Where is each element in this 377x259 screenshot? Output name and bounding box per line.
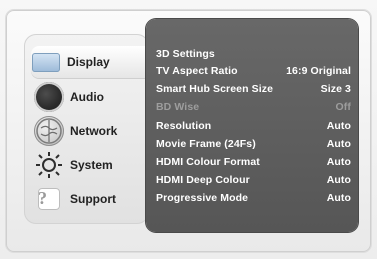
menu-row-resolution[interactable]: Resolution Auto [156,117,351,134]
menu-label: TV Aspect Ratio [156,64,238,77]
menu-value: Auto [326,191,351,204]
sidebar-item-label: System [70,158,113,172]
menu-label: Movie Frame (24Fs) [156,137,256,150]
sidebar-item-label: Display [67,55,110,69]
menu-row-bd-wise: BD Wise Off [156,98,351,115]
menu-value: Auto [326,173,351,186]
sidebar-item-label: Audio [70,90,104,104]
menu-value: Auto [326,155,351,168]
menu-label: 3D Settings [156,47,215,60]
menu-label: Progressive Mode [156,191,249,204]
sidebar-item-label: Support [70,192,116,206]
menu-label: Resolution [156,119,212,132]
network-icon [34,116,64,146]
menu-label: Smart Hub Screen Size [156,82,274,95]
audio-icon [34,82,64,112]
sidebar-item-support[interactable]: ? Support [34,183,149,215]
sidebar-item-system[interactable]: System [34,149,149,181]
menu-row-progressive-mode[interactable]: Progressive Mode Auto [156,189,351,206]
menu-row-tv-aspect-ratio[interactable]: TV Aspect Ratio 16:9 Original [156,62,351,79]
screen: Display Audio Network System ? Support 3… [0,0,377,259]
sidebar-item-display[interactable]: Display [31,46,164,78]
menu-value: Auto [326,137,351,150]
menu-value: Off [335,100,351,113]
settings-panel: 3D Settings TV Aspect Ratio 16:9 Origina… [146,19,358,232]
sidebar: Display Audio Network System ? Support [24,34,164,224]
menu-label: HDMI Colour Format [156,155,260,168]
menu-row-hdmi-deep-colour[interactable]: HDMI Deep Colour Auto [156,171,351,188]
display-icon [31,47,61,77]
menu-row-smart-hub-screen-size[interactable]: Smart Hub Screen Size Size 3 [156,80,351,97]
menu-row-movie-frame[interactable]: Movie Frame (24Fs) Auto [156,135,351,152]
menu-row-3d-settings[interactable]: 3D Settings [156,45,351,62]
menu-value: 16:9 Original [286,64,351,77]
menu-value: Size 3 [320,82,351,95]
menu-row-hdmi-colour-format[interactable]: HDMI Colour Format Auto [156,153,351,170]
support-icon: ? [34,184,64,214]
sidebar-item-network[interactable]: Network [34,115,149,147]
sidebar-item-label: Network [70,124,118,138]
menu-label: BD Wise [156,100,200,113]
menu-value: Auto [326,119,351,132]
menu-label: HDMI Deep Colour [156,173,250,186]
system-icon [34,150,64,180]
sidebar-item-audio[interactable]: Audio [34,81,149,113]
